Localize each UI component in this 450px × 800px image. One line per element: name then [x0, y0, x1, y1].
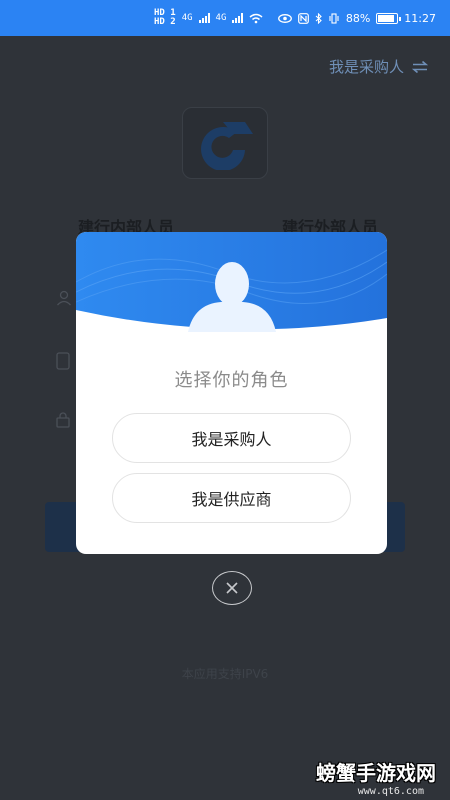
nfc-icon	[297, 12, 309, 24]
ipv6-note: 本应用支持IPV6	[181, 667, 269, 681]
bank-logo	[182, 107, 268, 179]
user-icon	[56, 290, 72, 310]
wifi-icon	[249, 13, 263, 23]
buyer-role-button[interactable]: 我是采购人	[112, 413, 351, 463]
vibrate-icon	[329, 12, 339, 24]
dialog-title: 选择你的角色	[174, 370, 289, 391]
ccb-logo-icon	[201, 122, 253, 170]
close-dialog-button[interactable]	[212, 571, 252, 605]
swap-icon	[412, 60, 428, 73]
signal-icon	[198, 13, 210, 23]
status-bar: HD 1 HD 2 4G 4G 88% 11:27	[0, 0, 450, 36]
close-icon	[226, 582, 238, 594]
lock-icon	[56, 412, 70, 432]
bluetooth-icon	[315, 12, 322, 24]
clock: 11:27	[404, 11, 436, 25]
watermark-text: 螃蟹手游戏网	[316, 761, 436, 785]
dialog-header-banner	[76, 232, 387, 332]
battery-percent: 88%	[345, 11, 371, 25]
watermark-url: www.qt6.com	[357, 786, 424, 797]
status-right: 88% 11:27	[277, 11, 436, 25]
role-switch-label: 我是采购人	[328, 58, 404, 76]
role-select-dialog: 选择你的角色 我是采购人 我是供应商	[76, 232, 387, 554]
network-indicators: HD 1 HD 2 4G 4G	[154, 9, 263, 27]
hd2-badge: HD 2	[154, 17, 176, 27]
role-switch-link[interactable]: 我是采购人	[329, 56, 428, 77]
eye-icon	[277, 13, 292, 23]
net1-label: 4G	[181, 13, 193, 23]
supplier-role-button[interactable]: 我是供应商	[112, 473, 351, 523]
net2-label: 4G	[215, 13, 227, 23]
signal-icon-2	[232, 13, 244, 23]
hd-badges: HD 1 HD 2	[154, 9, 176, 27]
phone-icon	[56, 352, 70, 374]
battery-icon	[376, 12, 402, 24]
